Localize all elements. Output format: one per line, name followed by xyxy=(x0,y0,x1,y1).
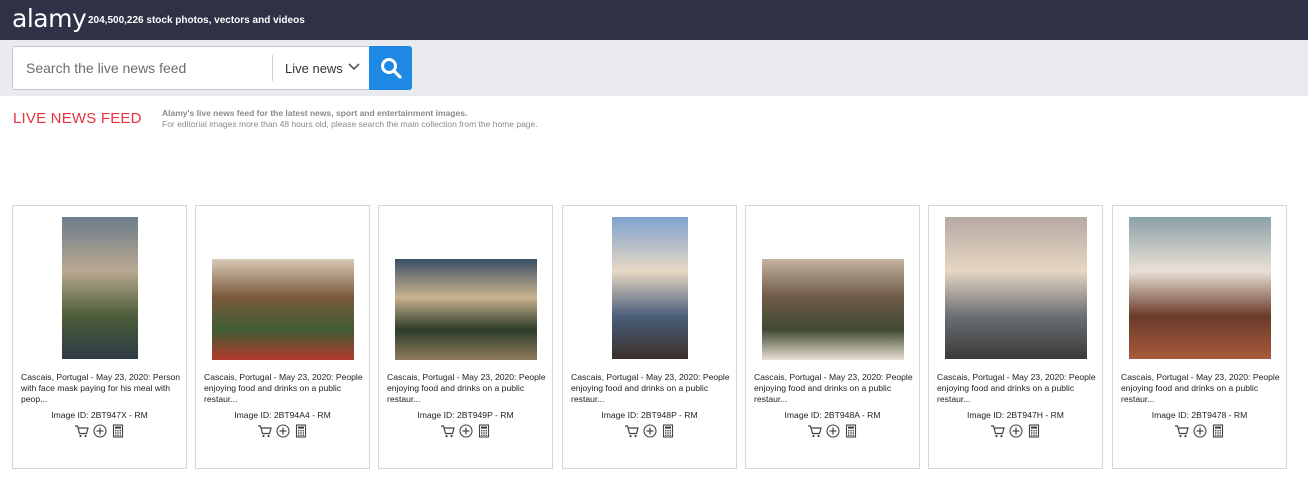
result-image-id: Image ID: 2BT947H - RM xyxy=(967,410,1064,420)
thumbnail-frame xyxy=(929,216,1102,360)
result-image-id: Image ID: 2BT948P - RM xyxy=(601,410,698,420)
price-calculator-icon[interactable] xyxy=(1210,424,1226,438)
stock-count-tagline: 204,500,226 stock photos, vectors and vi… xyxy=(88,15,305,26)
result-thumbnail[interactable] xyxy=(1129,217,1271,359)
scope-select[interactable]: Live news xyxy=(273,47,371,89)
result-caption[interactable]: Cascais, Portugal - May 23, 2020: People… xyxy=(387,372,547,405)
add-to-lightbox-icon[interactable] xyxy=(458,424,474,438)
result-actions xyxy=(379,424,552,438)
result-image-id: Image ID: 2BT94A4 - RM xyxy=(234,410,331,420)
result-card: Cascais, Portugal - May 23, 2020: People… xyxy=(928,205,1103,469)
result-actions xyxy=(563,424,736,438)
result-caption[interactable]: Cascais, Portugal - May 23, 2020: People… xyxy=(571,372,731,405)
result-actions xyxy=(13,424,186,438)
result-caption[interactable]: Cascais, Portugal - May 23, 2020: People… xyxy=(204,372,364,405)
scope-select-value: Live news xyxy=(285,61,343,76)
price-calculator-icon[interactable] xyxy=(476,424,492,438)
result-actions xyxy=(929,424,1102,438)
result-actions xyxy=(196,424,369,438)
price-calculator-icon[interactable] xyxy=(110,424,126,438)
add-to-lightbox-icon[interactable] xyxy=(1008,424,1024,438)
cart-icon[interactable] xyxy=(257,424,273,438)
result-card: Cascais, Portugal - May 23, 2020: People… xyxy=(745,205,920,469)
result-caption[interactable]: Cascais, Portugal - May 23, 2020: People… xyxy=(937,372,1097,405)
result-image-id: Image ID: 2BT949P - RM xyxy=(417,410,514,420)
search-icon xyxy=(381,58,402,79)
chevron-down-icon xyxy=(348,63,360,71)
result-thumbnail[interactable] xyxy=(762,259,904,360)
search-input[interactable] xyxy=(13,47,271,89)
result-thumbnail[interactable] xyxy=(612,217,688,359)
cart-icon[interactable] xyxy=(440,424,456,438)
thumbnail-frame xyxy=(196,216,369,360)
result-thumbnail[interactable] xyxy=(945,217,1087,359)
page-description-note: For editorial images more than 48 hours … xyxy=(162,119,538,129)
result-card: Cascais, Portugal - May 23, 2020: People… xyxy=(195,205,370,469)
cart-icon[interactable] xyxy=(807,424,823,438)
search-button[interactable] xyxy=(369,46,412,90)
price-calculator-icon[interactable] xyxy=(843,424,859,438)
top-bar: alamy 204,500,226 stock photos, vectors … xyxy=(0,0,1308,40)
thumbnail-frame xyxy=(563,216,736,360)
result-image-id: Image ID: 2BT948A - RM xyxy=(784,410,881,420)
result-thumbnail[interactable] xyxy=(212,259,354,360)
cart-icon[interactable] xyxy=(990,424,1006,438)
result-caption[interactable]: Cascais, Portugal - May 23, 2020: People… xyxy=(1121,372,1281,405)
result-image-id: Image ID: 2BT947X - RM xyxy=(51,410,148,420)
page-title: LIVE NEWS FEED xyxy=(13,110,142,127)
search-bar: Live news xyxy=(0,40,1308,96)
add-to-lightbox-icon[interactable] xyxy=(1192,424,1208,438)
thumbnail-frame xyxy=(13,216,186,360)
cart-icon[interactable] xyxy=(624,424,640,438)
cart-icon[interactable] xyxy=(74,424,90,438)
result-card: Cascais, Portugal - May 23, 2020: People… xyxy=(1112,205,1287,469)
result-caption[interactable]: Cascais, Portugal - May 23, 2020: People… xyxy=(754,372,914,405)
search-box: Live news xyxy=(12,46,370,90)
alamy-logo[interactable]: alamy xyxy=(12,4,87,33)
result-actions xyxy=(746,424,919,438)
result-image-id: Image ID: 2BT9478 - RM xyxy=(1151,410,1248,420)
result-caption[interactable]: Cascais, Portugal - May 23, 2020: Person… xyxy=(21,372,181,405)
add-to-lightbox-icon[interactable] xyxy=(642,424,658,438)
result-card: Cascais, Portugal - May 23, 2020: People… xyxy=(378,205,553,469)
thumbnail-frame xyxy=(746,216,919,360)
result-card: Cascais, Portugal - May 23, 2020: Person… xyxy=(12,205,187,469)
add-to-lightbox-icon[interactable] xyxy=(275,424,291,438)
price-calculator-icon[interactable] xyxy=(293,424,309,438)
add-to-lightbox-icon[interactable] xyxy=(92,424,108,438)
thumbnail-frame xyxy=(1113,216,1286,360)
price-calculator-icon[interactable] xyxy=(1026,424,1042,438)
result-thumbnail[interactable] xyxy=(395,259,537,360)
add-to-lightbox-icon[interactable] xyxy=(825,424,841,438)
result-thumbnail[interactable] xyxy=(62,217,138,359)
result-actions xyxy=(1113,424,1286,438)
price-calculator-icon[interactable] xyxy=(660,424,676,438)
cart-icon[interactable] xyxy=(1174,424,1190,438)
result-card: Cascais, Portugal - May 23, 2020: People… xyxy=(562,205,737,469)
thumbnail-frame xyxy=(379,216,552,360)
page-description: Alamy's live news feed for the latest ne… xyxy=(162,108,468,118)
